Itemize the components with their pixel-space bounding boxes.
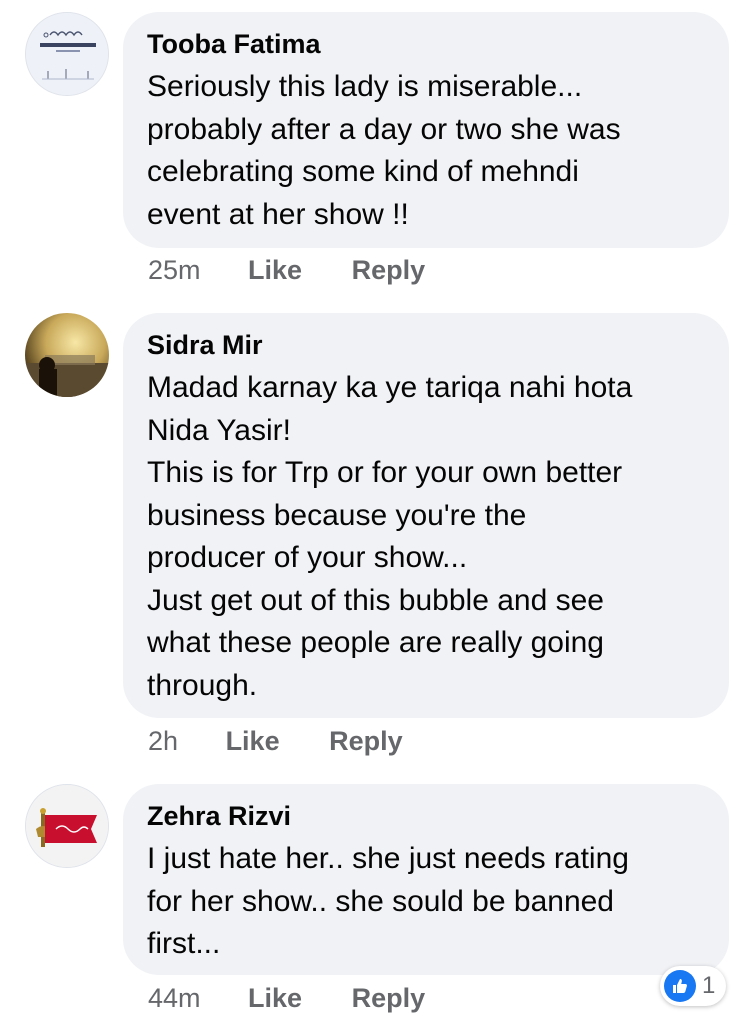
comment-actions: 25m Like Reply bbox=[148, 254, 425, 286]
reply-button[interactable]: Reply bbox=[352, 982, 426, 1014]
avatar-landscape-image bbox=[25, 313, 109, 397]
comment-bubble: Tooba Fatima Seriously this lady is mise… bbox=[123, 12, 729, 248]
avatar[interactable] bbox=[25, 12, 109, 96]
comment-bubble: Sidra Mir Madad karnay ka ye tariqa nahi… bbox=[123, 313, 729, 718]
comment-actions: 2h Like Reply bbox=[148, 725, 403, 757]
avatar-flag-image bbox=[26, 785, 108, 867]
avatar[interactable] bbox=[25, 313, 109, 397]
avatar[interactable] bbox=[25, 784, 109, 868]
comment-timestamp[interactable]: 2h bbox=[148, 725, 178, 757]
comment-text: Seriously this lady is miserable... prob… bbox=[147, 70, 621, 231]
comment-author[interactable]: Tooba Fatima bbox=[147, 28, 709, 60]
comment-timestamp[interactable]: 44m bbox=[148, 982, 201, 1014]
comment-bubble: Zehra Rizvi I just hate her.. she just n… bbox=[123, 784, 729, 975]
comment-text: Madad karnay ka ye tariqa nahi hota Nida… bbox=[147, 371, 633, 702]
comment-timestamp[interactable]: 25m bbox=[148, 254, 201, 286]
thumbs-up-icon bbox=[664, 970, 696, 1002]
reply-button[interactable]: Reply bbox=[352, 254, 426, 286]
comment-text: I just hate her.. she just needs rating … bbox=[147, 842, 629, 960]
reaction-summary[interactable]: 1 bbox=[660, 966, 726, 1006]
like-button[interactable]: Like bbox=[248, 254, 302, 286]
comment-actions: 44m Like Reply bbox=[148, 982, 425, 1014]
reply-button[interactable]: Reply bbox=[329, 725, 403, 757]
comment-author[interactable]: Sidra Mir bbox=[147, 329, 709, 361]
reaction-count: 1 bbox=[702, 972, 716, 999]
avatar-calligraphy-image bbox=[26, 13, 108, 95]
like-button[interactable]: Like bbox=[226, 725, 280, 757]
comment-author[interactable]: Zehra Rizvi bbox=[147, 800, 709, 832]
like-button[interactable]: Like bbox=[248, 982, 302, 1014]
